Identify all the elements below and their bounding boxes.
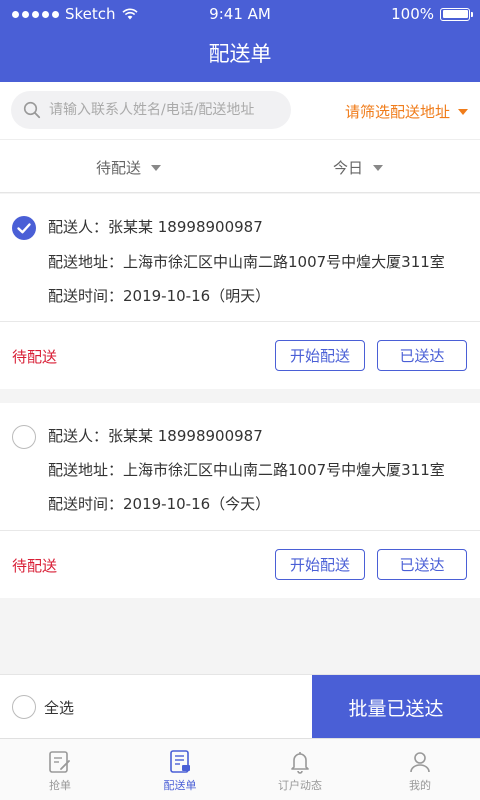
caret-down-icon xyxy=(373,164,384,171)
grab-order-icon xyxy=(49,751,70,773)
start-delivery-button[interactable]: 开始配送 xyxy=(275,549,365,580)
search-input[interactable] xyxy=(49,102,269,118)
header: Sketch 9:41 AM 100% 配送单 xyxy=(0,0,480,82)
delivery-order-icon xyxy=(170,750,190,773)
filter-row: 待配送 今日 xyxy=(0,140,480,193)
tab-bar: 抢单 配送单 订户动态 我的 xyxy=(0,738,480,800)
caret-down-icon xyxy=(151,164,162,171)
address-filter-dropdown[interactable]: 请筛选配送地址 xyxy=(345,101,468,122)
order-checkbox[interactable] xyxy=(12,216,36,240)
search-box[interactable] xyxy=(11,91,291,129)
order-actions: 待配送 开始配送 已送达 xyxy=(0,323,480,389)
search-icon xyxy=(23,101,41,119)
date-filter-dropdown[interactable]: 今日 xyxy=(333,157,384,178)
order-time: 配送时间：2019-10-16（今天） xyxy=(48,495,271,513)
battery-icon xyxy=(440,7,473,21)
order-contact: 配送人：张某某 18998900987 xyxy=(48,427,263,445)
delivered-button[interactable]: 已送达 xyxy=(377,340,467,371)
order-address: 配送地址：上海市徐汇区中山南二路1007号中煌大厦311室 xyxy=(48,253,445,271)
user-icon xyxy=(410,752,430,773)
page-title: 配送单 xyxy=(208,42,272,66)
order-info: 配送人：张某某 18998900987 配送地址：上海市徐汇区中山南二路1007… xyxy=(0,403,480,531)
status-filter-label: 待配送 xyxy=(96,159,142,177)
tab-delivery-order[interactable]: 配送单 xyxy=(120,739,240,800)
start-delivery-button[interactable]: 开始配送 xyxy=(275,340,365,371)
select-all-checkbox[interactable] xyxy=(12,695,36,719)
battery-percent: 100% xyxy=(391,5,434,23)
order-address: 配送地址：上海市徐汇区中山南二路1007号中煌大厦311室 xyxy=(48,461,445,479)
order-status: 待配送 xyxy=(12,348,58,366)
status-right: 100% xyxy=(391,5,473,23)
order-info: 配送人：张某某 18998900987 配送地址：上海市徐汇区中山南二路1007… xyxy=(0,194,480,322)
delivered-button[interactable]: 已送达 xyxy=(377,549,467,580)
order-card: 配送人：张某某 18998900987 配送地址：上海市徐汇区中山南二路1007… xyxy=(0,403,480,598)
tab-grab-order[interactable]: 抢单 xyxy=(0,739,120,800)
select-all-toggle[interactable]: 全选 xyxy=(12,695,74,719)
order-checkbox[interactable] xyxy=(12,425,36,449)
order-actions: 待配送 开始配送 已送达 xyxy=(0,532,480,598)
tab-subscriber-news[interactable]: 订户动态 xyxy=(240,739,360,800)
status-bar: Sketch 9:41 AM 100% xyxy=(0,0,480,28)
status-filter-dropdown[interactable]: 待配送 xyxy=(96,157,162,178)
bottom-action-bar: 全选 批量已送达 xyxy=(0,674,480,739)
batch-delivered-button[interactable]: 批量已送达 xyxy=(312,675,480,739)
caret-down-icon xyxy=(458,108,468,115)
address-filter-label: 请筛选配送地址 xyxy=(344,103,450,121)
tab-label: 配送单 xyxy=(163,779,197,792)
order-time: 配送时间：2019-10-16（明天） xyxy=(48,287,271,305)
checkmark-icon xyxy=(17,223,31,234)
search-row: 请筛选配送地址 xyxy=(0,82,480,140)
bell-icon xyxy=(291,752,309,774)
date-filter-label: 今日 xyxy=(333,159,364,177)
order-status: 待配送 xyxy=(12,557,58,575)
order-card: 配送人：张某某 18998900987 配送地址：上海市徐汇区中山南二路1007… xyxy=(0,194,480,389)
order-contact: 配送人：张某某 18998900987 xyxy=(48,218,263,236)
tab-label: 订户动态 xyxy=(278,779,322,792)
select-all-label: 全选 xyxy=(44,698,75,717)
tab-mine[interactable]: 我的 xyxy=(360,739,480,800)
tab-label: 抢单 xyxy=(49,779,71,792)
tab-label: 我的 xyxy=(409,779,431,792)
